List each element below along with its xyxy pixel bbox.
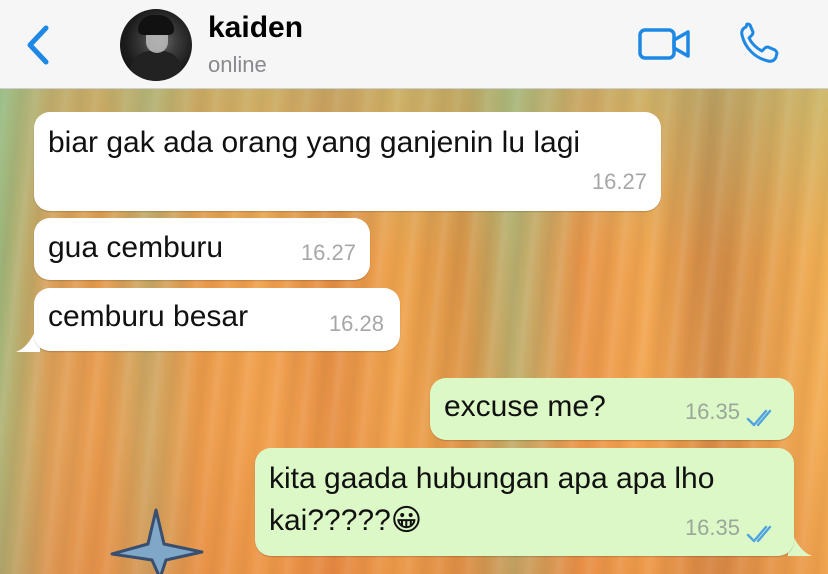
message-bubble-incoming[interactable]: cemburu besar 16.28 bbox=[34, 288, 400, 351]
message-time: 16.28 bbox=[328, 311, 384, 336]
video-call-button[interactable] bbox=[637, 24, 691, 64]
double-check-read-icon bbox=[746, 409, 772, 427]
phone-icon bbox=[740, 22, 779, 63]
message-text-line-2: kai?????😀 bbox=[269, 502, 422, 540]
message-time: 16.35 bbox=[684, 515, 740, 540]
contact-status: online bbox=[208, 52, 267, 77]
message-time: 16.27 bbox=[591, 169, 647, 194]
grinning-face-emoji: 😀 bbox=[390, 503, 423, 538]
message-text: gua cemburu bbox=[48, 231, 224, 264]
back-button[interactable] bbox=[18, 22, 58, 68]
voice-call-button[interactable] bbox=[737, 22, 781, 66]
message-bubble-incoming[interactable]: gua cemburu 16.27 bbox=[34, 218, 370, 280]
double-check-read-icon bbox=[746, 525, 772, 543]
message-bubble-outgoing[interactable]: kita gaada hubungan apa apa lho kai?????… bbox=[255, 448, 794, 556]
message-time: 16.35 bbox=[684, 399, 740, 424]
contact-name[interactable]: kaiden bbox=[208, 11, 303, 45]
back-chevron-icon bbox=[27, 25, 49, 65]
chat-screen: kaiden online biar gak ada orang yang ga… bbox=[0, 0, 828, 574]
message-bubble-incoming[interactable]: biar gak ada orang yang ganjenin lu lagi… bbox=[34, 112, 661, 211]
star-sticker bbox=[110, 508, 204, 574]
avatar[interactable] bbox=[120, 9, 192, 81]
message-time: 16.27 bbox=[300, 240, 356, 265]
message-text: excuse me? bbox=[444, 390, 606, 423]
video-camera-icon bbox=[638, 28, 690, 60]
message-bubble-outgoing[interactable]: excuse me? 16.35 bbox=[430, 378, 794, 440]
message-text: biar gak ada orang yang ganjenin lu lagi bbox=[48, 126, 581, 159]
message-text-line-2-text: kai????? bbox=[269, 504, 391, 537]
message-text-line-1: kita gaada hubungan apa apa lho bbox=[269, 462, 715, 495]
chat-header: kaiden online bbox=[0, 0, 828, 89]
message-text: cemburu besar bbox=[48, 300, 249, 333]
